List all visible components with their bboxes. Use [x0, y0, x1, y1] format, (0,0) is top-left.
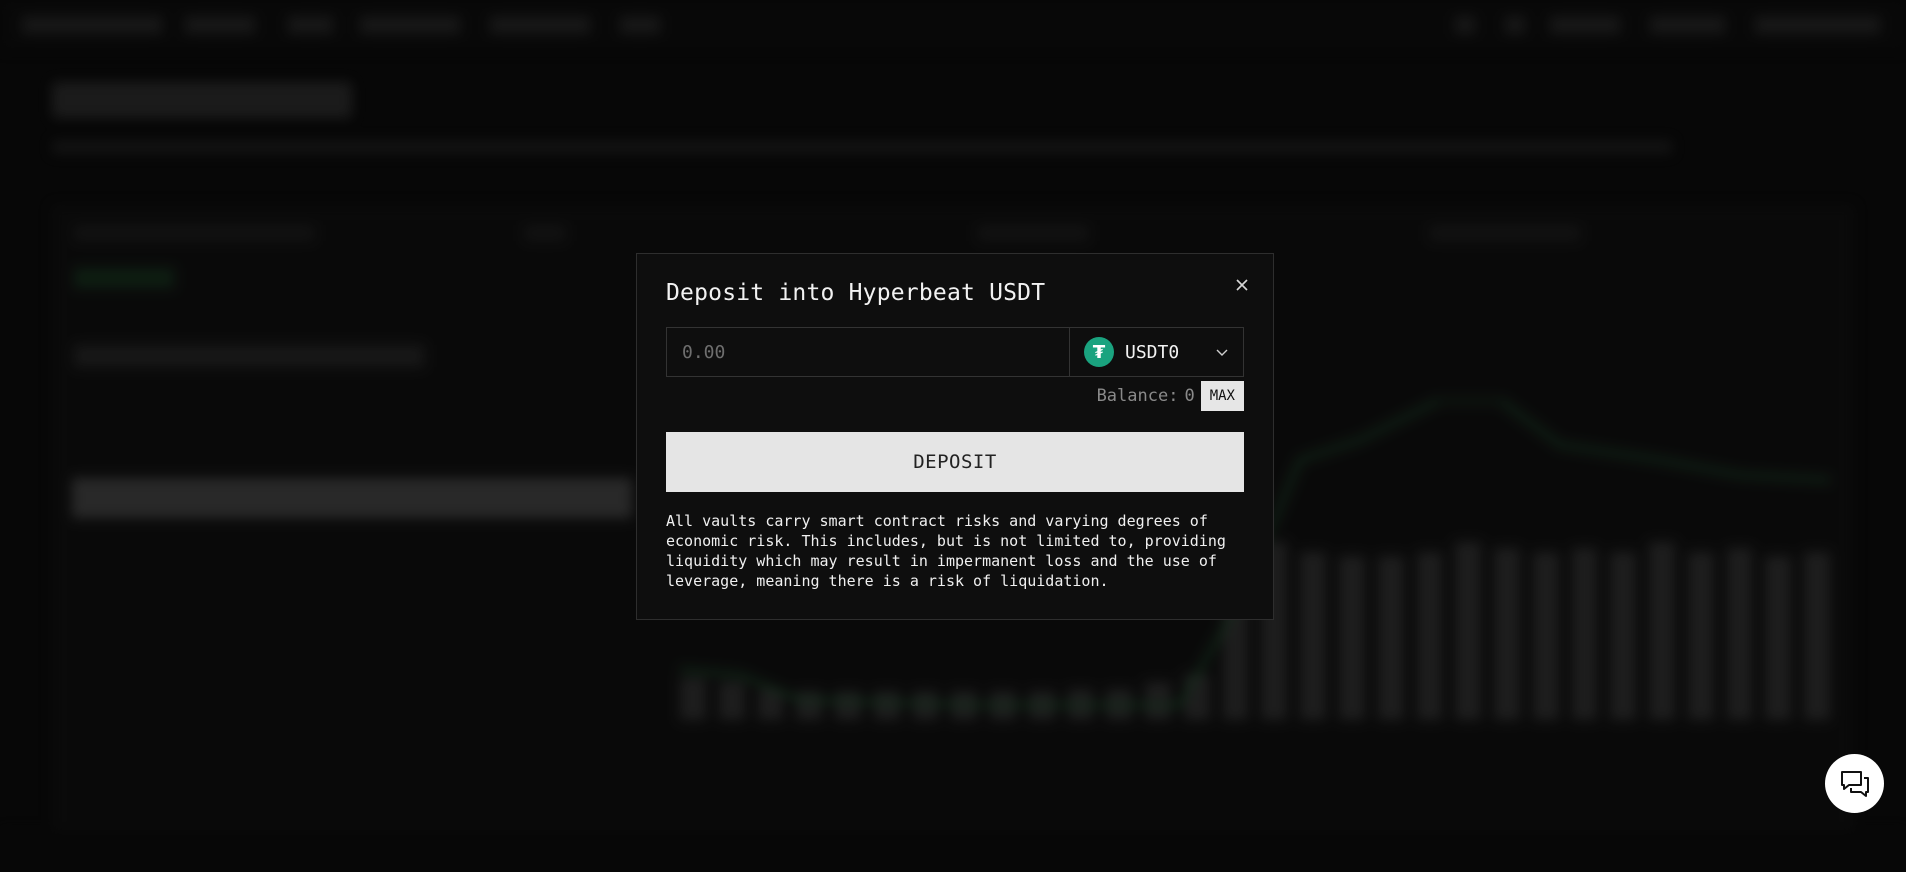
- chat-support-icon: [1840, 770, 1869, 797]
- token-selector[interactable]: ₮ USDT0: [1069, 328, 1243, 376]
- balance-label: Balance:: [1096, 386, 1179, 406]
- balance-value: 0: [1184, 386, 1195, 406]
- amount-field-group: ₮ USDT0: [666, 327, 1244, 377]
- token-symbol: USDT0: [1125, 341, 1180, 363]
- amount-input[interactable]: [667, 328, 1069, 376]
- balance-row: Balance: 0 MAX: [1097, 381, 1244, 411]
- risk-disclaimer: All vaults carry smart contract risks an…: [666, 512, 1226, 590]
- deposit-button[interactable]: DEPOSIT: [666, 432, 1244, 492]
- chat-support-button[interactable]: [1825, 754, 1884, 813]
- deposit-modal: Deposit into Hyperbeat USDT ₮ USDT0 Bala…: [636, 253, 1274, 620]
- close-icon: [1236, 279, 1248, 291]
- modal-title: Deposit into Hyperbeat USDT: [666, 280, 1046, 306]
- close-button[interactable]: [1231, 274, 1253, 296]
- max-button[interactable]: MAX: [1200, 381, 1244, 411]
- tether-icon: ₮: [1084, 337, 1114, 367]
- chevron-down-icon: [1216, 349, 1228, 356]
